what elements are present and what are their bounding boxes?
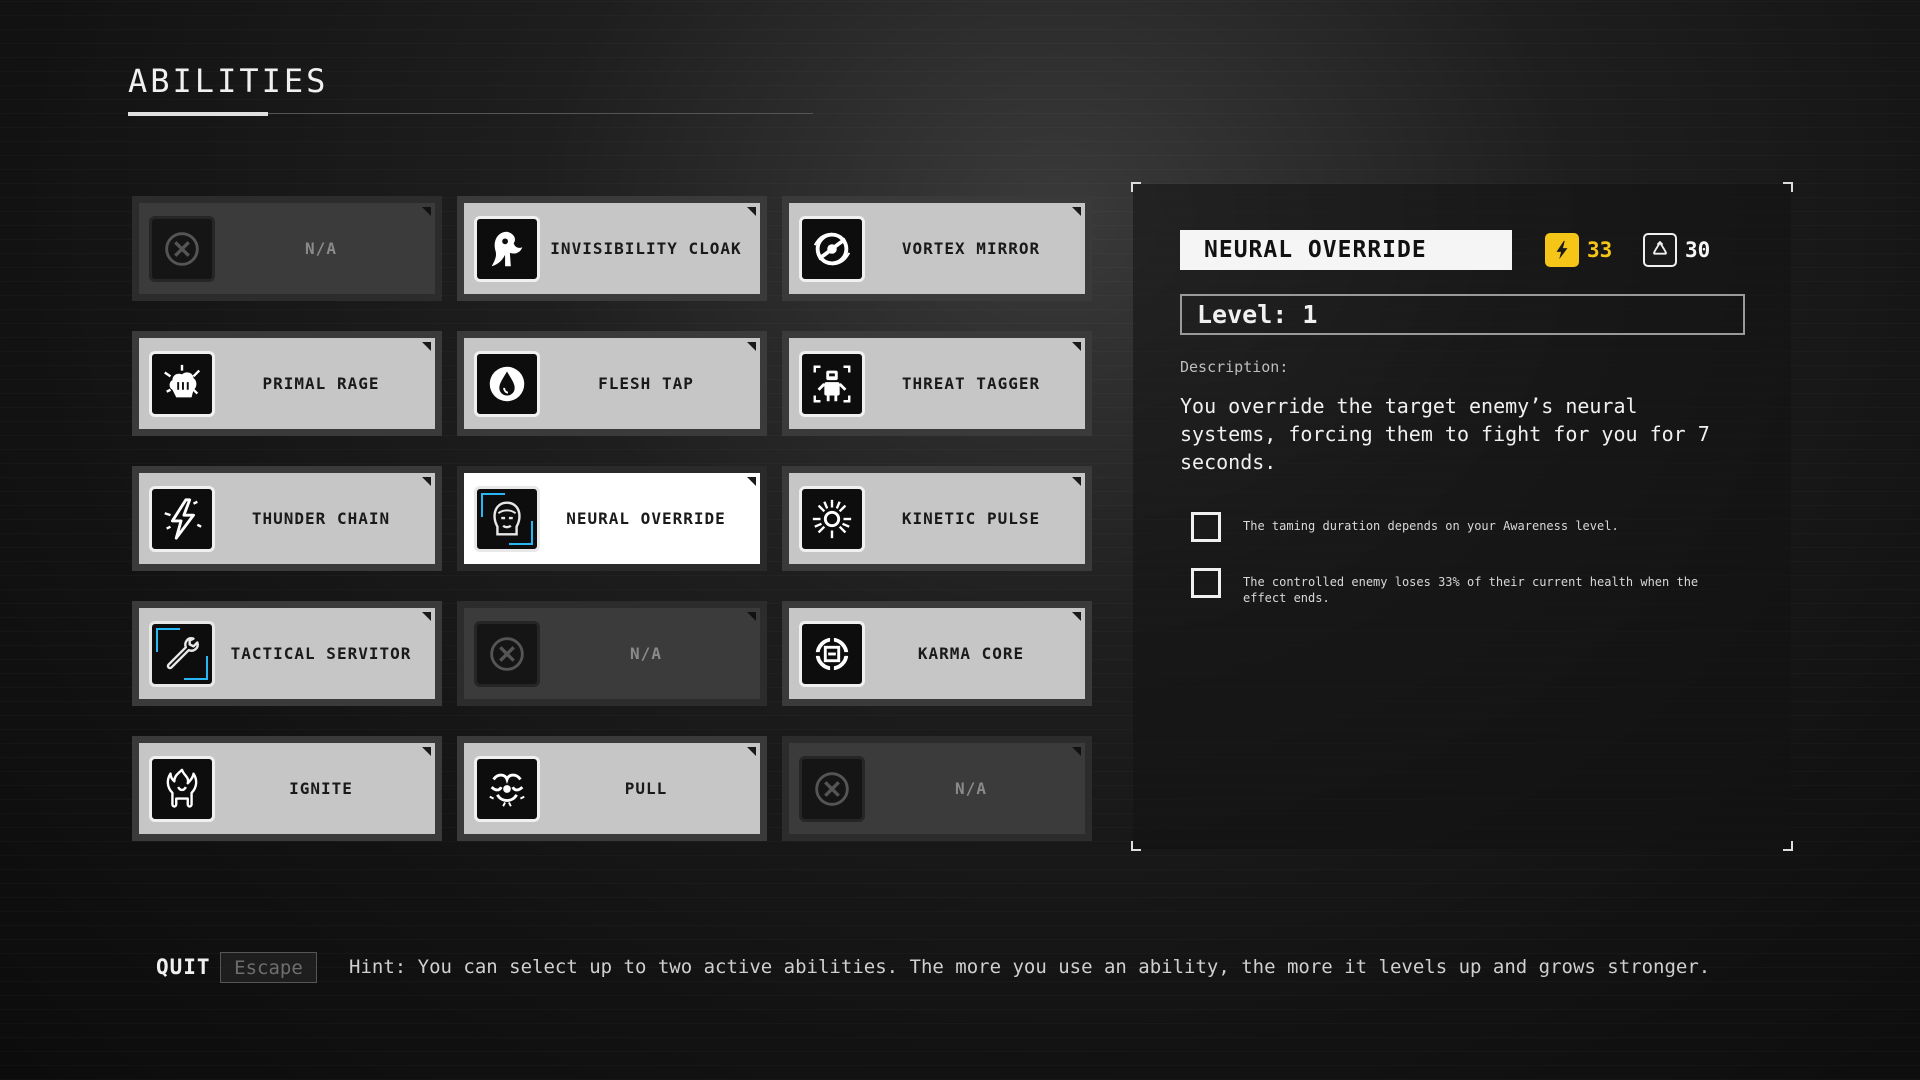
ability-grid: N/A INVISIBILITY CLOAK VORTEX MIRROR PRI… — [132, 196, 1092, 841]
lightning-icon — [1545, 233, 1579, 267]
corner-marker — [747, 342, 756, 351]
corner-marker — [747, 477, 756, 486]
corner-marker — [1072, 747, 1081, 756]
sunburst-icon — [799, 485, 865, 552]
cooldown: 30 — [1643, 230, 1710, 270]
ability-label: N/A — [630, 644, 662, 663]
ability-label: N/A — [305, 239, 337, 258]
escape-key-hint: Escape — [220, 952, 317, 983]
ability-label: PRIMAL RAGE — [262, 374, 380, 393]
ability-label: PULL — [624, 779, 668, 798]
description-label: Description: — [1180, 358, 1289, 376]
ability-primal-rage[interactable]: PRIMAL RAGE — [132, 331, 442, 436]
ability-threat-tagger[interactable]: THREAT TAGGER — [782, 331, 1092, 436]
ability-label: NEURAL OVERRIDE — [566, 509, 726, 528]
ability-label: FLESH TAP — [598, 374, 694, 393]
ability-description: You override the target enemy’s neural s… — [1180, 394, 1710, 474]
trait-text: The taming duration depends on your Awar… — [1243, 519, 1619, 533]
trait-checkbox — [1191, 568, 1221, 598]
lightning-icon — [149, 485, 215, 552]
grab-icon — [474, 755, 540, 822]
ability-label: THREAT TAGGER — [901, 374, 1041, 393]
ability-thunder-chain[interactable]: THUNDER CHAIN — [132, 466, 442, 571]
ability-label: N/A — [955, 779, 987, 798]
fist-icon — [149, 350, 215, 417]
empty-slot-icon — [149, 215, 215, 282]
ability-slot-empty[interactable]: N/A — [457, 601, 767, 706]
ability-neural-override[interactable]: NEURAL OVERRIDE — [457, 466, 767, 571]
corner-marker — [422, 207, 431, 216]
corner-marker — [422, 612, 431, 621]
quit-button[interactable]: QUIT — [156, 955, 211, 979]
panel-corner — [1783, 182, 1793, 192]
corner-marker — [1072, 477, 1081, 486]
ability-name: NEURAL OVERRIDE — [1180, 230, 1512, 270]
energy-cost-value: 33 — [1587, 238, 1613, 262]
corner-marker — [1072, 342, 1081, 351]
cloak-icon — [474, 215, 540, 282]
ability-vortex-mirror[interactable]: VORTEX MIRROR — [782, 196, 1092, 301]
ability-label: IGNITE — [289, 779, 353, 798]
title-underline — [128, 112, 268, 116]
trait-checkbox — [1191, 512, 1221, 542]
corner-marker — [747, 612, 756, 621]
ability-label: INVISIBILITY CLOAK — [550, 239, 742, 258]
ability-flesh-tap[interactable]: FLESH TAP — [457, 331, 767, 436]
corner-marker — [1072, 207, 1081, 216]
core-icon — [799, 620, 865, 687]
wrench-icon — [149, 620, 215, 687]
corner-marker — [422, 342, 431, 351]
empty-slot-icon — [474, 620, 540, 687]
ability-label: TACTICAL SERVITOR — [230, 644, 412, 663]
blood-drop-icon — [474, 350, 540, 417]
corner-marker — [747, 747, 756, 756]
ability-trait: The taming duration depends on your Awar… — [1191, 512, 1731, 542]
vortex-icon — [799, 215, 865, 282]
ability-invisibility-cloak[interactable]: INVISIBILITY CLOAK — [457, 196, 767, 301]
page-title: ABILITIES — [128, 62, 329, 100]
ability-kinetic-pulse[interactable]: KINETIC PULSE — [782, 466, 1092, 571]
ability-label: THUNDER CHAIN — [251, 509, 391, 528]
panel-corner — [1783, 841, 1793, 851]
cooldown-value: 30 — [1685, 238, 1711, 262]
panel-corner — [1131, 182, 1141, 192]
ability-detail-panel: NEURAL OVERRIDE 33 30 Level: 1 Descripti… — [1131, 182, 1793, 851]
ability-label: KINETIC PULSE — [901, 509, 1041, 528]
energy-cost: 33 — [1545, 230, 1612, 270]
ability-slot-empty[interactable]: N/A — [132, 196, 442, 301]
ability-karma-core[interactable]: KARMA CORE — [782, 601, 1092, 706]
corner-marker — [422, 747, 431, 756]
ability-ignite[interactable]: IGNITE — [132, 736, 442, 841]
panel-corner — [1131, 841, 1141, 851]
ability-pull[interactable]: PULL — [457, 736, 767, 841]
empty-slot-icon — [799, 755, 865, 822]
corner-marker — [1072, 612, 1081, 621]
ability-trait: The controlled enemy loses 33% of their … — [1191, 568, 1731, 606]
ability-slot-empty[interactable]: N/A — [782, 736, 1092, 841]
ability-label: KARMA CORE — [917, 644, 1025, 663]
ability-label: VORTEX MIRROR — [901, 239, 1041, 258]
corner-marker — [747, 207, 756, 216]
recycle-icon — [1643, 233, 1677, 267]
hint-text: Hint: You can select up to two active ab… — [349, 956, 1711, 978]
trait-text: The controlled enemy loses 33% of their … — [1243, 575, 1699, 605]
target-robot-icon — [799, 350, 865, 417]
corner-marker — [422, 477, 431, 486]
ability-level: Level: 1 — [1180, 294, 1745, 335]
ability-tactical-servitor[interactable]: TACTICAL SERVITOR — [132, 601, 442, 706]
flame-hand-icon — [149, 755, 215, 822]
head-icon — [474, 485, 540, 552]
